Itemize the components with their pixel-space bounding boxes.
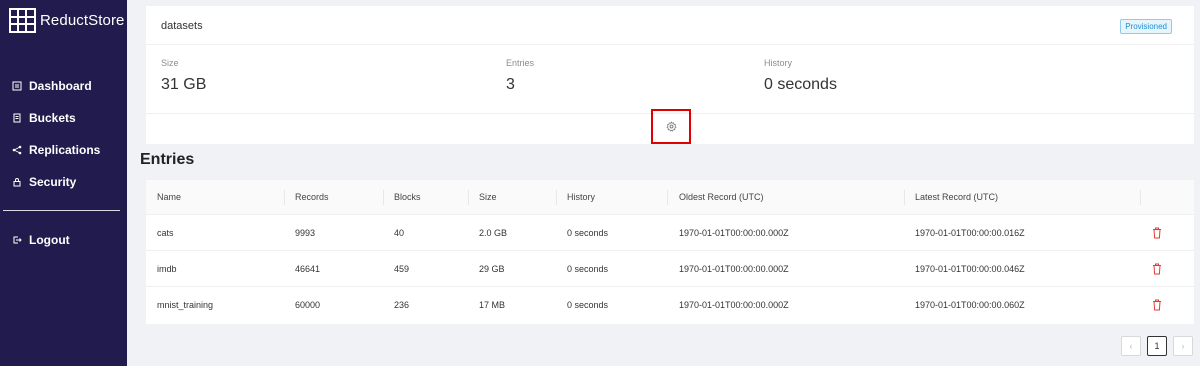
entry-oldest-record: 1970-01-01T00:00:00.000Z [679,228,789,238]
pagination-next-button[interactable]: › [1173,336,1193,356]
entry-history: 0 seconds [567,300,609,310]
app-name: ReductStore [40,12,125,29]
delete-icon[interactable] [1152,299,1162,311]
chevron-right-icon: › [1181,341,1185,351]
sidebar-item-label: Buckets [29,111,76,125]
delete-icon[interactable] [1152,227,1162,239]
entry-records: 60000 [295,300,321,310]
column-header-records[interactable]: Records [295,180,329,215]
entry-records: 46641 [295,264,321,274]
bucket-name: datasets [161,20,203,32]
bucket-card: datasets Provisioned Size 31 GB Entries … [146,6,1194,144]
entry-size: 2.0 GB [479,228,508,238]
entry-records: 9993 [295,228,316,238]
table-row[interactable]: cats 9993 40 2.0 GB 0 seconds 1970-01-01… [146,215,1194,251]
sidebar-item-label: Dashboard [29,79,92,93]
share-icon [12,145,22,155]
column-separator [667,190,668,205]
sidebar-item-label: Security [29,175,77,189]
stat-label: Entries [506,58,535,68]
column-separator [904,190,905,205]
entry-size: 29 GB [479,264,505,274]
sidebar: ReductStore Dashboard Buckets Replicatio… [0,0,127,366]
buckets-icon [12,113,22,123]
entry-blocks: 459 [394,264,410,274]
column-separator [556,190,557,205]
sidebar-item-replications[interactable]: Replications [0,134,127,166]
entry-blocks: 40 [394,228,405,238]
stat-value: 0 seconds [764,76,837,93]
logo[interactable]: ReductStore [9,8,124,33]
entry-oldest-record: 1970-01-01T00:00:00.000Z [679,264,789,274]
column-header-history[interactable]: History [567,180,595,215]
delete-icon[interactable] [1152,263,1162,275]
column-header-blocks[interactable]: Blocks [394,180,421,215]
table-header: Name Records Blocks Size History Oldest … [146,180,1194,215]
sidebar-nav: Dashboard Buckets Replications Security [0,70,127,198]
entry-latest-record: 1970-01-01T00:00:00.060Z [915,300,1025,310]
entry-history: 0 seconds [567,264,609,274]
logout-section: Logout [0,224,127,256]
sidebar-divider [3,210,120,211]
pagination-page-1[interactable]: 1 [1147,336,1167,356]
logout-button[interactable]: Logout [0,224,127,256]
logout-icon [12,235,22,245]
table-row[interactable]: imdb 46641 459 29 GB 0 seconds 1970-01-0… [146,251,1194,287]
reductstore-logo-icon [9,8,36,33]
entry-name[interactable]: imdb [157,251,177,287]
column-header-size[interactable]: Size [479,180,497,215]
entries-heading: Entries [140,151,195,168]
entries-table: Name Records Blocks Size History Oldest … [146,180,1194,324]
entry-latest-record: 1970-01-01T00:00:00.046Z [915,264,1025,274]
entry-oldest-record: 1970-01-01T00:00:00.000Z [679,300,789,310]
card-divider [146,44,1194,45]
stat-size: Size 31 GB [161,58,206,94]
entry-name[interactable]: mnist_training [157,287,213,323]
column-separator [284,190,285,205]
column-header-oldest-record[interactable]: Oldest Record (UTC) [679,180,764,215]
stat-label: History [764,58,793,68]
entry-size: 17 MB [479,300,506,310]
sidebar-item-buckets[interactable]: Buckets [0,102,127,134]
dashboard-icon [12,81,22,91]
column-header-name[interactable]: Name [157,180,181,215]
bucket-settings-button[interactable] [651,109,691,144]
stat-value: 3 [506,76,515,93]
lock-icon [12,177,22,187]
sidebar-item-security[interactable]: Security [0,166,127,198]
provisioned-badge: Provisioned [1120,19,1172,34]
chevron-left-icon: ‹ [1129,341,1133,351]
entry-blocks: 236 [394,300,410,310]
entry-history: 0 seconds [567,228,609,238]
pagination-prev-button[interactable]: ‹ [1121,336,1141,356]
logout-label: Logout [29,233,70,247]
table-row[interactable]: mnist_training 60000 236 17 MB 0 seconds… [146,287,1194,323]
entry-latest-record: 1970-01-01T00:00:00.016Z [915,228,1025,238]
sidebar-item-dashboard[interactable]: Dashboard [0,70,127,102]
column-separator [383,190,384,205]
stat-label: Size [161,58,179,68]
column-separator [468,190,469,205]
stat-value: 31 GB [161,76,207,93]
entry-name[interactable]: cats [157,215,174,251]
stat-entries: Entries 3 [506,58,534,94]
sidebar-item-label: Replications [29,143,101,157]
stat-history: History 0 seconds [764,58,837,94]
column-separator [1140,190,1141,205]
gear-icon [666,121,676,132]
column-header-latest-record[interactable]: Latest Record (UTC) [915,180,998,215]
